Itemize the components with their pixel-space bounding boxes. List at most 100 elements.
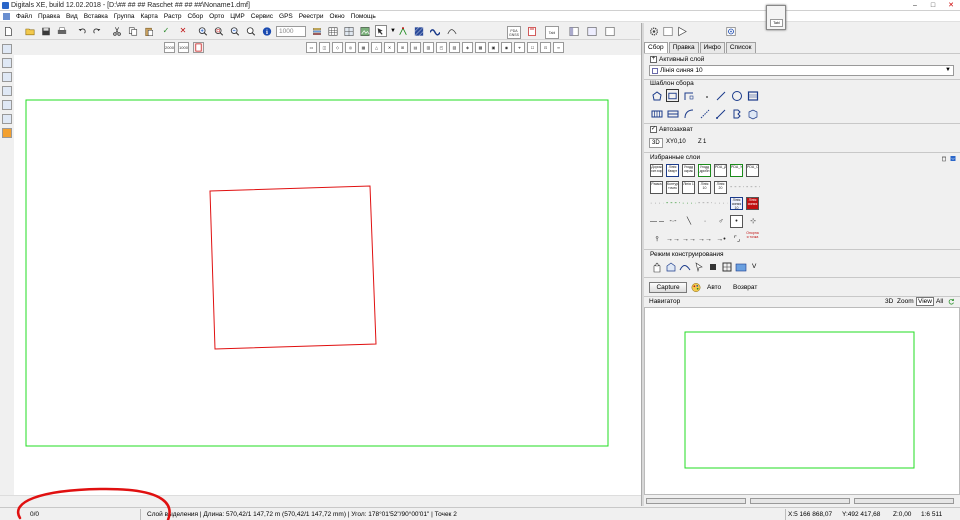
panel-icon[interactable] <box>586 25 598 37</box>
favorite-layer-8[interactable]: Рамка <box>650 181 663 194</box>
favorite-layer-5[interactable]: PDA_Доли <box>714 164 727 177</box>
menu-raster[interactable]: Растр <box>161 13 185 20</box>
favorite-symbol-pole[interactable]: ⫯ <box>650 233 664 246</box>
info-icon[interactable]: i <box>261 25 273 37</box>
fence-template-icon[interactable] <box>650 107 663 120</box>
favorite-dashed-line-1[interactable]: - - - - <box>730 181 744 194</box>
palette-icon[interactable] <box>690 281 702 293</box>
arc-template-icon[interactable] <box>682 107 695 120</box>
layer-tool-icon-4[interactable]: ◎ <box>345 42 356 53</box>
favorite-dotted-line-5[interactable]: · · · · <box>714 197 728 210</box>
capture-button[interactable]: Capture <box>649 282 687 293</box>
chevron-down-icon[interactable] <box>949 154 957 162</box>
redo-icon[interactable] <box>91 25 103 37</box>
nav-view-button[interactable]: View <box>916 297 934 306</box>
folder-edit-icon[interactable] <box>734 260 747 273</box>
active-layer-dropdown[interactable]: Лінія синяя 10 ▼ <box>649 65 954 76</box>
layer-tool-icon-9[interactable]: ▤ <box>410 42 421 53</box>
auto-label[interactable]: Авто <box>707 284 721 291</box>
zoom-extents-icon[interactable] <box>245 25 257 37</box>
move-icon[interactable] <box>2 58 12 68</box>
xy-tolerance-value[interactable]: 0,10 <box>674 139 686 145</box>
tab-info[interactable]: Инфо <box>699 42 725 53</box>
favorite-layer-3[interactable]: Угодд окрак <box>682 164 695 177</box>
nav-scroll-thumb-1[interactable] <box>646 498 746 504</box>
favorite-layer-1[interactable]: Дорож хит.хор <box>650 164 663 177</box>
favorite-arrow-2[interactable]: →→ <box>682 233 696 246</box>
favorite-arrow-4[interactable]: →• <box>714 233 728 246</box>
favorite-dotted-line-2[interactable]: - - - - <box>666 197 680 210</box>
hand-icon[interactable] <box>650 260 663 273</box>
favorite-dashed-line-2[interactable]: - - - - <box>746 181 760 194</box>
favorite-layer-7[interactable]: PDA_Оцінка <box>746 164 759 177</box>
point-template-icon[interactable] <box>700 89 713 102</box>
favorite-symbol-cross[interactable]: ⊹ <box>746 215 760 228</box>
favorite-dotted-line-3[interactable]: · · · · <box>682 197 696 210</box>
menu-group[interactable]: Группа <box>111 13 138 20</box>
hatch-icon[interactable] <box>413 25 425 37</box>
grid-icon[interactable] <box>343 25 355 37</box>
menu-view[interactable]: Вид <box>63 13 81 20</box>
play-icon[interactable] <box>676 25 688 37</box>
target-icon[interactable] <box>725 25 737 37</box>
favorite-line-style-3[interactable]: ╲ <box>682 215 696 228</box>
minimize-button[interactable]: – <box>906 0 924 11</box>
nav-scroll-thumb-3[interactable] <box>854 498 954 504</box>
panel-left-icon[interactable] <box>568 25 580 37</box>
canvas-horizontal-scrollbar[interactable] <box>0 495 641 506</box>
favorite-layer-15[interactable]: Опорна я точка <box>746 231 759 244</box>
menu-window[interactable]: Окно <box>327 13 348 20</box>
layer-tool-icon-3[interactable]: ◇ <box>332 42 343 53</box>
favorite-arrow-1[interactable]: →→ <box>666 233 680 246</box>
grid-edit-icon[interactable] <box>720 260 733 273</box>
copy-icon[interactable] <box>127 25 139 37</box>
square-point-icon[interactable] <box>706 260 719 273</box>
scale-1000-button[interactable]: 1000 <box>178 42 189 53</box>
menu-map[interactable]: Карта <box>138 13 161 20</box>
layer-tool-icon-19[interactable]: ⊡ <box>540 42 551 53</box>
layer-tool-icon-6[interactable]: △ <box>371 42 382 53</box>
layers-stack-icon[interactable] <box>311 25 323 37</box>
favorite-layer-13[interactable]: Лінія синяя 10 <box>730 197 743 210</box>
favorite-symbol-point[interactable]: • <box>730 215 743 228</box>
tab-collect[interactable]: Сбор <box>644 42 668 53</box>
zoom-out-icon[interactable] <box>229 25 241 37</box>
segment-template-icon[interactable] <box>714 107 727 120</box>
selected-polygon[interactable] <box>209 185 377 350</box>
edit-vertex-icon[interactable] <box>2 72 12 82</box>
measure-icon[interactable] <box>2 100 12 110</box>
layer-tool-icon-17[interactable]: ⌖ <box>514 42 525 53</box>
pdf-export-icon[interactable] <box>193 42 204 53</box>
menu-collect[interactable]: Сбор <box>184 13 206 20</box>
rotate-icon[interactable] <box>2 86 12 96</box>
autocapture-checkbox[interactable]: ✓ <box>650 126 657 133</box>
layer-tool-icon-7[interactable]: ✕ <box>384 42 395 53</box>
layer-tool-icon-15[interactable]: ▣ <box>488 42 499 53</box>
cross-icon[interactable]: ✕ <box>177 25 189 37</box>
favorite-layer-10[interactable]: Лінія 1 <box>682 181 695 194</box>
layer-tool-icon-14[interactable]: ▩ <box>475 42 486 53</box>
layer-tool-icon-13[interactable]: ◈ <box>462 42 473 53</box>
nav-all-button[interactable]: All <box>936 298 943 305</box>
draw-line-icon[interactable] <box>2 44 12 54</box>
zoom-window-icon[interactable] <box>213 25 225 37</box>
layer-tool-icon-2[interactable]: ◫ <box>319 42 330 53</box>
building-icon[interactable] <box>664 260 677 273</box>
tab-edit[interactable]: Правка <box>668 42 699 53</box>
favorite-corners[interactable]: ⌜⌟ <box>730 233 744 246</box>
favorite-layer-14[interactable]: Лінія синяя <box>746 197 759 210</box>
wave-icon[interactable] <box>429 25 441 37</box>
menu-file[interactable]: Файл <box>13 13 35 20</box>
open-folder-icon[interactable] <box>24 25 36 37</box>
layer-tool-icon-16[interactable]: ◉ <box>501 42 512 53</box>
layer-tool-icon-5[interactable]: ▦ <box>358 42 369 53</box>
menu-edit[interactable]: Правка <box>35 13 63 20</box>
mode-3d-button[interactable]: 3D <box>649 138 663 148</box>
favorite-dotted-line-1[interactable]: · · · · <box>650 197 664 210</box>
favorite-dotted-line-4[interactable]: - - - - <box>698 197 712 210</box>
trash-icon[interactable] <box>940 154 948 162</box>
new-file-icon[interactable] <box>2 25 14 37</box>
wall-template-icon[interactable] <box>666 107 679 120</box>
gear-icon[interactable] <box>648 25 660 37</box>
window-icon[interactable] <box>604 25 616 37</box>
